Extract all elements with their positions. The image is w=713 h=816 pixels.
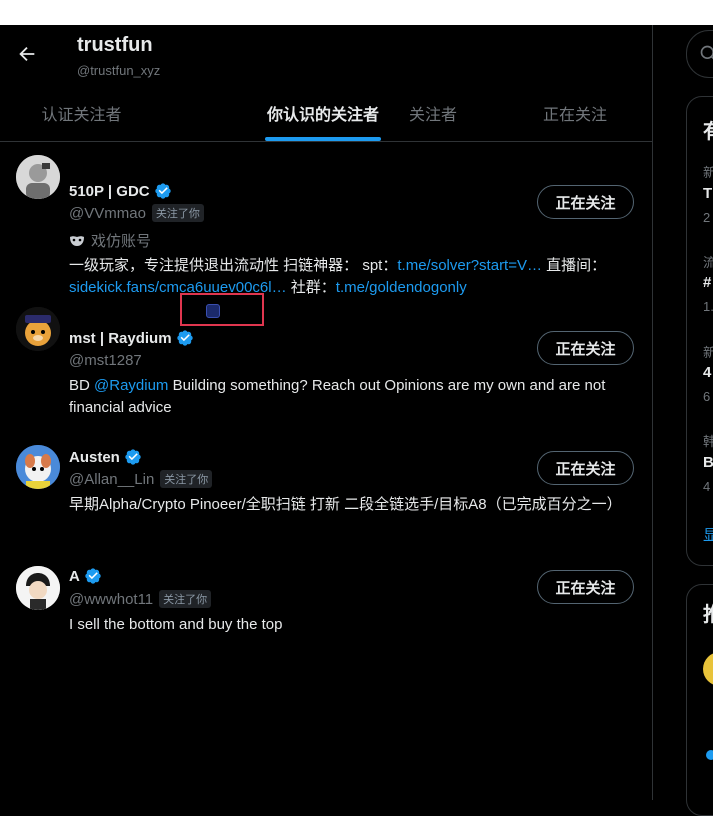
avatar[interactable] — [16, 307, 60, 351]
bio-text: 一级玩家，专注提供退出流动性 扫链神器： spt： — [69, 257, 397, 274]
trend-count: 2 — [703, 210, 710, 225]
search-box[interactable] — [686, 30, 713, 78]
trends-heading: 有 — [703, 115, 713, 144]
mask-icon — [69, 233, 85, 249]
parody-label-text: 戏仿账号 — [91, 230, 151, 251]
trend-count: 4 — [703, 479, 710, 494]
user-handle: @mst1287 — [69, 352, 142, 369]
follows-you-badge: 关注了你 — [159, 590, 211, 608]
user-name-text: 510P | GDC — [69, 183, 150, 200]
user-bio: 一级玩家，专注提供退出流动性 扫链神器： spt：t.me/solver?sta… — [69, 255, 639, 299]
highlight-annotation-box — [180, 293, 264, 326]
verified-badge-icon — [84, 567, 102, 585]
user-name[interactable]: mst | Raydium — [69, 329, 194, 347]
user-handle: @VVmmao — [69, 205, 146, 222]
verified-badge-icon — [706, 750, 713, 760]
avatar[interactable] — [16, 155, 60, 199]
user-bio: 早期Alpha/Crypto Pinoeer/全职扫链 打新 二段全链选手/目标… — [69, 494, 639, 516]
trend-title[interactable]: # — [703, 274, 711, 291]
verified-badge-icon — [124, 448, 142, 466]
verified-badge-icon — [154, 182, 172, 200]
page-header: trustfun @trustfun_xyz — [0, 25, 652, 85]
following-button[interactable]: 正在关注 — [537, 570, 634, 604]
trend-count: 6 — [703, 389, 710, 404]
user-handle-row: @Allan__Lin 关注了你 — [69, 470, 212, 488]
trend-category: 新 — [703, 342, 713, 361]
tab-label: 你认识的关注者 — [267, 101, 379, 125]
avatar-image-icon — [16, 155, 60, 199]
tab-following[interactable]: 正在关注 — [510, 85, 640, 141]
user-handle-row: @VVmmao 关注了你 — [69, 204, 204, 222]
avatar[interactable] — [16, 566, 60, 610]
who-to-follow-heading: 推 — [703, 598, 713, 627]
user-handle: @wwwhot11 — [69, 591, 153, 608]
show-more-link[interactable]: 显 — [703, 524, 713, 545]
user-handle-row: @mst1287 — [69, 352, 142, 369]
avatar-image-icon — [16, 566, 60, 610]
bio-mention-link[interactable]: @Raydium — [94, 377, 168, 394]
tab-verified-followers[interactable]: 认证关注者 — [0, 85, 163, 141]
verified-badge-icon — [176, 329, 194, 347]
tab-label: 正在关注 — [543, 101, 607, 125]
bio-text: BD — [69, 377, 94, 394]
user-name-text: mst | Raydium — [69, 330, 172, 347]
user-handle: @Allan__Lin — [69, 471, 154, 488]
user-name[interactable]: A — [69, 567, 102, 585]
user-name-text: A — [69, 568, 80, 585]
tab-label: 认证关注者 — [41, 101, 121, 125]
trend-category: 新 — [703, 162, 713, 181]
user-bio: BD @Raydium Building something? Reach ou… — [69, 375, 639, 419]
following-button[interactable]: 正在关注 — [537, 451, 634, 485]
following-button[interactable]: 正在关注 — [537, 185, 634, 219]
user-name[interactable]: Austen — [69, 448, 142, 466]
user-cell-510p[interactable]: 510P | GDC @VVmmao 关注了你 戏仿账号 一级玩家，专注提供退出… — [0, 142, 652, 294]
trend-category: 韩 — [703, 431, 713, 450]
bio-text: I sell the bottom and buy the top — [69, 616, 282, 633]
trend-category: 流 — [703, 252, 713, 271]
search-icon — [699, 44, 713, 64]
follows-you-badge: 关注了你 — [152, 204, 204, 222]
tab-label: 关注者 — [409, 101, 457, 125]
main-column: trustfun @trustfun_xyz 认证关注者 你认识的关注者 关注者… — [0, 25, 652, 800]
avatar[interactable] — [16, 445, 60, 489]
column-divider — [652, 25, 653, 800]
user-cell-austen[interactable]: Austen @Allan__Lin 关注了你 早期Alpha/Crypto P… — [0, 420, 652, 544]
avatar-image-icon — [16, 445, 60, 489]
trend-title[interactable]: T — [703, 185, 712, 202]
trend-title[interactable]: 4 — [703, 364, 711, 381]
tab-bar: 认证关注者 你认识的关注者 关注者 正在关注 — [0, 85, 652, 142]
page-title: trustfun — [77, 34, 153, 57]
user-handle-row: @wwwhot11 关注了你 — [69, 590, 211, 608]
trend-count: 1. — [703, 299, 713, 314]
user-bio: I sell the bottom and buy the top — [69, 614, 639, 636]
tab-followers[interactable]: 关注者 — [368, 85, 498, 141]
back-arrow-icon[interactable] — [16, 43, 38, 65]
page-handle: @trustfun_xyz — [77, 63, 160, 78]
bio-text: 直播间： — [542, 257, 606, 274]
user-name-text: Austen — [69, 449, 120, 466]
user-name[interactable]: 510P | GDC — [69, 182, 172, 200]
follows-you-badge: 关注了你 — [160, 470, 212, 488]
trend-title[interactable]: B — [703, 454, 713, 471]
following-button[interactable]: 正在关注 — [537, 331, 634, 365]
bio-text: 早期Alpha/Crypto Pinoeer/全职扫链 打新 二段全链选手/目标… — [69, 496, 622, 513]
user-cell-mst[interactable]: mst | Raydium @mst1287 BD @Raydium Build… — [0, 294, 652, 420]
bio-link[interactable]: t.me/solver?start=V… — [397, 257, 542, 274]
avatar-image-icon — [16, 307, 60, 351]
user-cell-a[interactable]: A @wwwhot11 关注了你 I sell the bottom and b… — [0, 544, 652, 644]
parody-account-label: 戏仿账号 — [69, 230, 151, 251]
active-tab-indicator — [265, 137, 381, 141]
browser-top-strip — [0, 0, 713, 25]
